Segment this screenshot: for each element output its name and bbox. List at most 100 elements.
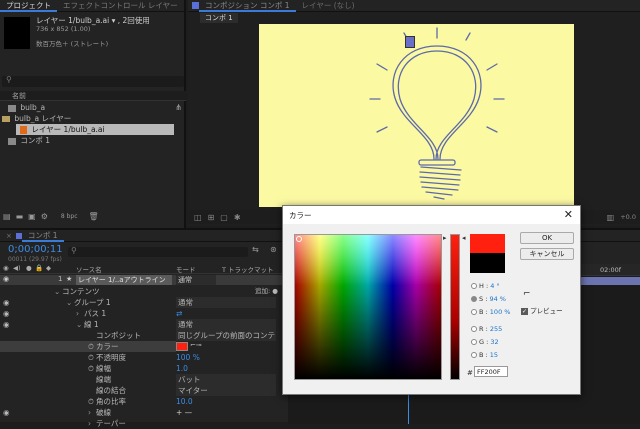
grid-icon[interactable]: ⊞: [208, 213, 215, 222]
r-field[interactable]: R : 255: [471, 324, 502, 335]
prop-row-group1[interactable]: ◉ ⌄ グループ 1 通常: [0, 297, 286, 308]
close-icon[interactable]: ×: [6, 232, 12, 240]
visibility-icon[interactable]: ◉: [3, 308, 10, 319]
prop-row-miter-limit[interactable]: ⏱ 角の比率 10.0: [0, 396, 286, 407]
visibility-icon[interactable]: ◉: [3, 275, 9, 283]
mask-icon[interactable]: ✱: [234, 213, 241, 222]
dialog-title: カラー: [289, 211, 312, 220]
project-tabs: プロジェクト エフェクトコントロール レイヤー: [0, 0, 184, 12]
slider-arrow-right-icon[interactable]: ◂: [462, 234, 466, 242]
interpret-footage-icon[interactable]: ▤: [3, 212, 11, 221]
search-icon: ⚲: [6, 75, 12, 84]
prop-row-dashes[interactable]: ◉ › 破線 + —: [0, 407, 286, 418]
twirl-down-icon[interactable]: ⌄: [54, 286, 60, 297]
cancel-button[interactable]: キャンセル: [520, 248, 574, 260]
region-icon[interactable]: ▢: [220, 213, 228, 222]
s-field[interactable]: S : 94 %: [471, 294, 506, 305]
new-folder-icon[interactable]: ▬: [16, 212, 24, 221]
visibility-icon[interactable]: ◉: [3, 297, 10, 308]
g-field[interactable]: G : 32: [471, 337, 499, 348]
preview-checkbox[interactable]: ✓ プレビュー: [521, 305, 563, 315]
prop-row-path1[interactable]: ◉ › パス 1 ⇄: [0, 308, 286, 319]
layer-mode-select[interactable]: 通常: [176, 275, 216, 285]
prop-row-line-join[interactable]: 線の結合 マイター: [0, 385, 286, 396]
timecode[interactable]: 0;00;00;11: [8, 244, 63, 255]
h-field[interactable]: H : 4 °: [471, 281, 500, 292]
name-column-header: 名前: [0, 91, 186, 101]
new-comp-icon[interactable]: ▣: [28, 212, 36, 221]
shape-layer-icon: ★: [66, 275, 73, 283]
draft-3d-icon[interactable]: ⊛: [270, 245, 277, 254]
visibility-icon[interactable]: ◉: [3, 407, 10, 418]
trash-icon[interactable]: 🗑: [89, 212, 99, 221]
timeline-search[interactable]: ⚲: [68, 246, 248, 257]
stopwatch-icon[interactable]: ⏱: [88, 352, 94, 363]
settings-icon[interactable]: ⚙: [41, 212, 48, 221]
visibility-icon[interactable]: ◉: [3, 319, 10, 330]
twirl-right-icon[interactable]: ›: [76, 308, 79, 319]
path-toggle-icon[interactable]: ⇄: [176, 308, 182, 319]
prop-row-taper[interactable]: › テーパー: [0, 418, 286, 429]
blue-field[interactable]: B : 15: [471, 350, 498, 361]
prop-row-stroke-width[interactable]: ⏱ 線幅 1.0: [0, 363, 286, 374]
twirl-right-icon[interactable]: ›: [88, 418, 91, 429]
stopwatch-icon[interactable]: ⏱: [88, 363, 94, 374]
stopwatch-icon[interactable]: ⏱: [88, 396, 94, 407]
prop-row-stroke1[interactable]: ◉ ⌄ 線 1 通常: [0, 319, 286, 330]
eyedropper-icon[interactable]: ⌐⊸: [190, 341, 202, 349]
project-search[interactable]: ⚲: [2, 75, 184, 87]
prop-row-composite[interactable]: コンポジット 同じグループの前面のコンテン: [0, 330, 286, 341]
tab-effect-controls[interactable]: エフェクトコントロール レイヤー: [57, 0, 184, 12]
stopwatch-icon[interactable]: ⏱: [88, 341, 94, 352]
comp-breadcrumb[interactable]: コンポ 1: [200, 13, 238, 23]
tab-composition[interactable]: コンポジション コンポ 1: [199, 0, 296, 12]
hex-prefix: #: [467, 369, 473, 377]
hex-input[interactable]: FF200F: [474, 366, 508, 377]
twirl-right-icon[interactable]: ›: [88, 407, 91, 418]
tab-timeline-comp1[interactable]: コンポ 1: [21, 230, 64, 242]
property-list: ⌄ コンテンツ 追加: ● ◉ ⌄ グループ 1 通常 ◉ › パス 1 ⇄ ◉…: [0, 286, 286, 428]
anchor-point-icon[interactable]: [405, 36, 415, 48]
solo-header-icon: ●: [26, 264, 32, 272]
prop-row-color[interactable]: ⏱ カラー: [0, 341, 176, 352]
mode-header[interactable]: モード: [176, 264, 196, 274]
comp-canvas[interactable]: [259, 24, 574, 207]
twirl-down-icon[interactable]: ⌄: [66, 297, 72, 308]
hue-slider[interactable]: [450, 234, 460, 380]
tab-project[interactable]: プロジェクト: [0, 0, 57, 12]
layer-name[interactable]: レイヤー 1/..aアウトライン: [76, 275, 172, 285]
project-item-comp1[interactable]: コンポ 1: [0, 135, 186, 146]
close-icon[interactable]: ✕: [564, 208, 573, 221]
tab-layer[interactable]: レイヤー (なし): [296, 0, 361, 12]
slider-arrow-left-icon[interactable]: ▸: [443, 234, 447, 242]
trackmatte-header[interactable]: T トラックマット: [222, 264, 274, 274]
prop-row-opacity[interactable]: ⏱ 不透明度 100 %: [0, 352, 286, 363]
twirl-down-icon[interactable]: ⌄: [76, 319, 82, 330]
timecode-fps: 00011 (29.97 fps): [8, 256, 62, 263]
project-item-bulb-a-folder[interactable]: bulb_a レイヤー: [0, 113, 186, 124]
comp-flowchart-icon[interactable]: ⇆: [252, 245, 259, 254]
old-color-swatch[interactable]: [470, 253, 505, 273]
layer-row[interactable]: ◉ 1 ★ レイヤー 1/..aアウトライン 通常: [0, 275, 286, 285]
source-name-header[interactable]: ソース名: [76, 264, 102, 274]
eyedropper-icon[interactable]: ⌐: [523, 289, 531, 299]
ruler-label-02: 02:00f: [600, 266, 622, 274]
thumbnail: [4, 17, 30, 49]
color-info: 数百万色＋ (ストレート): [36, 40, 109, 48]
audio-header-icon: ◀): [13, 264, 21, 272]
b-field[interactable]: B : 100 %: [471, 307, 510, 318]
ok-button[interactable]: OK: [520, 232, 574, 244]
bpc-label[interactable]: 8 bpc: [61, 213, 78, 220]
color-cursor[interactable]: [296, 236, 302, 242]
project-item-layer1[interactable]: レイヤー 1/bulb_a.ai: [16, 124, 174, 135]
timeline-icon[interactable]: ▥: [607, 213, 615, 222]
dialog-titlebar[interactable]: カラー ✕: [283, 206, 580, 224]
color-field[interactable]: [294, 234, 442, 380]
zoom-value[interactable]: +0.0: [620, 213, 640, 221]
snapshot-icon[interactable]: ◫: [194, 213, 202, 222]
prop-row-line-cap[interactable]: 線端 バット: [0, 374, 286, 385]
prop-row-contents[interactable]: ⌄ コンテンツ 追加: ●: [0, 286, 286, 297]
project-panel: プロジェクト エフェクトコントロール レイヤー レイヤー 1/bulb_a.ai…: [0, 0, 186, 228]
color-swatch[interactable]: [176, 342, 188, 351]
project-item-bulb-a[interactable]: bulb_a ⋔: [0, 102, 186, 113]
